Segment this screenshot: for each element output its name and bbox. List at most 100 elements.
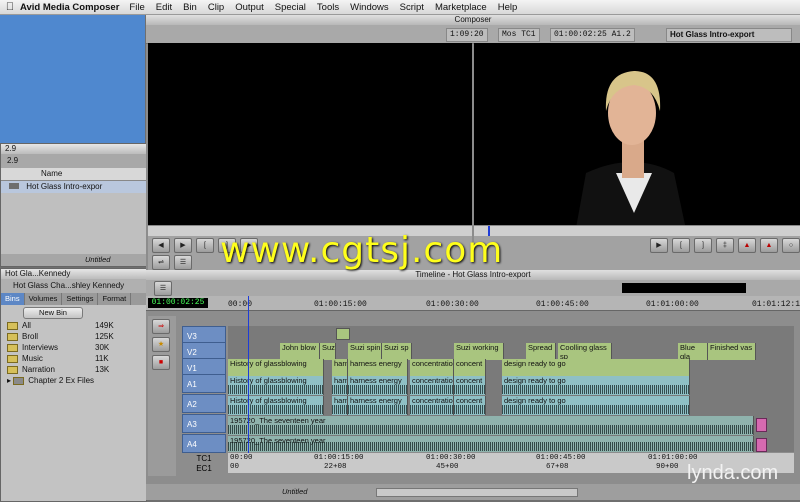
mark-in-button[interactable]: [ <box>196 237 214 253</box>
timeline-scrollbar[interactable] <box>376 488 578 497</box>
v2-clip[interactable]: Suzi working <box>454 343 504 360</box>
mas-label[interactable]: Mos TC1 <box>498 28 540 42</box>
v1-clip[interactable]: History of glassblowing <box>228 359 324 376</box>
v2-clip[interactable]: Finished vas <box>708 343 756 360</box>
menu-tools[interactable]: Tools <box>317 2 339 13</box>
lift-button[interactable]: ○ <box>782 237 800 253</box>
audio-keyframe-marker[interactable] <box>756 438 767 452</box>
timeline-view-menu[interactable]: Untitled <box>282 487 307 496</box>
menu-button[interactable]: ☰ <box>174 254 192 270</box>
track-header-a3[interactable]: A3 <box>182 414 226 433</box>
menu-bin[interactable]: Bin <box>183 2 197 13</box>
a2-clip[interactable]: harn <box>332 396 348 415</box>
v1-clip[interactable]: concent <box>454 359 486 376</box>
tab-format[interactable]: Format <box>98 293 132 305</box>
v1-clip[interactable]: design ready to go <box>502 359 690 376</box>
bin-row[interactable]: All 149K <box>1 320 146 331</box>
toggle-source-record-button[interactable]: ⇌ <box>152 254 170 270</box>
record-timecode[interactable]: 01:00:02:25 A1.2 <box>550 28 635 42</box>
v2-clip[interactable]: Suzi sp <box>382 343 412 360</box>
menu-help[interactable]: Help <box>498 2 518 13</box>
timeline-position-indicator[interactable] <box>248 296 249 466</box>
v1-clip[interactable]: harness energy <box>348 359 408 376</box>
new-bin-button[interactable]: New Bin <box>23 307 83 319</box>
menu-script[interactable]: Script <box>400 2 424 13</box>
tab-volumes[interactable]: Volumes <box>25 293 63 305</box>
a1-clip[interactable]: History of glassblowing <box>228 376 324 395</box>
tab-settings[interactable]: Settings <box>62 293 99 305</box>
column-name[interactable]: Name <box>41 169 62 178</box>
a1-clip[interactable]: harn <box>332 376 348 395</box>
mark-out-button[interactable]: ] <box>694 237 712 253</box>
segment-mode-red-icon[interactable]: ⇒ <box>152 319 170 334</box>
a3-music-clip[interactable]: 195720_The seventeen year <box>228 416 754 435</box>
a2-clip[interactable]: concent <box>454 396 486 415</box>
a2-clip[interactable]: concentratio <box>410 396 454 415</box>
bin-title[interactable]: 2.9 <box>1 144 146 154</box>
v1-clip[interactable]: concentratio <box>410 359 454 376</box>
track-header-tc1[interactable]: TC1 <box>182 454 226 463</box>
bin-item[interactable]: Hot Glass Intro-expor <box>1 181 146 193</box>
track-header-a4[interactable]: A4 <box>182 434 226 453</box>
source-monitor[interactable] <box>148 43 472 239</box>
v3-clip[interactable] <box>336 328 350 340</box>
menu-file[interactable]: File <box>129 2 144 13</box>
sequence-menu[interactable]: Hot Glass Intro-export <box>666 28 792 42</box>
a1-clip[interactable]: design ready to go <box>502 376 690 395</box>
bin-row[interactable]: Interviews 30K <box>1 342 146 353</box>
lift-overwrite-icon[interactable]: ■ <box>152 355 170 370</box>
overwrite-button[interactable]: ▲ <box>760 237 778 253</box>
tab-bins[interactable]: Bins <box>1 293 25 305</box>
v2-clip[interactable]: Coolling glass sp <box>558 343 612 360</box>
step-back-button[interactable]: ◀ <box>152 237 170 253</box>
clear-marks-button[interactable]: ‡ <box>716 237 734 253</box>
source-timecode[interactable]: 1:09:20 <box>446 28 488 42</box>
a1-clip[interactable]: concentratio <box>410 376 454 395</box>
v2-clip[interactable]: Spread <box>526 343 556 360</box>
composer-title[interactable]: Composer <box>146 15 800 25</box>
play-button[interactable]: ▶ <box>650 237 668 253</box>
mark-in-button[interactable]: [ <box>672 237 690 253</box>
timeline-title[interactable]: Timeline - Hot Glass Intro-export <box>146 270 800 280</box>
bin-view-menu[interactable]: Untitled <box>85 254 110 266</box>
v2-clip[interactable]: Suzi spin <box>348 343 382 360</box>
bin-row[interactable]: Music 11K <box>1 353 146 364</box>
bin-row[interactable]: Narration 13K <box>1 364 146 375</box>
timeline-track-area[interactable]: John blow Suz Suzi spin Suzi sp Suzi wor… <box>228 296 794 466</box>
v2-clip[interactable]: Blue gla <box>678 343 708 360</box>
a1-clip[interactable]: concent <box>454 376 486 395</box>
menu-windows[interactable]: Windows <box>350 2 389 13</box>
app-menu[interactable]: Avid Media Composer <box>20 2 119 13</box>
track-header-ec1[interactable]: EC1 <box>182 464 226 473</box>
timeline-menu-button[interactable]: ☰ <box>154 281 172 296</box>
a2-clip[interactable]: History of glassblowing <box>228 396 324 415</box>
step-forward-button[interactable]: ▶ <box>174 237 192 253</box>
track-header-a1[interactable]: A1 <box>182 374 226 393</box>
timeline-timecode[interactable]: 01:00:02:25 <box>148 298 208 308</box>
a4-music-clip[interactable]: 195720_The seventeen year <box>228 436 754 452</box>
audio-keyframe-marker[interactable] <box>756 418 767 432</box>
a1-clip[interactable]: harness energy <box>348 376 408 395</box>
apple-icon[interactable]:  <box>0 1 20 13</box>
v2-clip[interactable]: John blow <box>280 343 320 360</box>
menu-marketplace[interactable]: Marketplace <box>435 2 487 13</box>
project-title[interactable]: Hot Gla...Kennedy <box>1 269 146 279</box>
menu-edit[interactable]: Edit <box>156 2 172 13</box>
menu-special[interactable]: Special <box>275 2 306 13</box>
bin-tab[interactable]: 2.9 <box>1 154 146 168</box>
record-position-bar[interactable] <box>474 225 800 236</box>
track-header-a2[interactable]: A2 <box>182 394 226 413</box>
v2-clip[interactable]: Suz <box>320 343 336 360</box>
segment-mode-yellow-icon[interactable]: ★ <box>152 337 170 352</box>
v1-clip[interactable]: harn <box>332 359 348 376</box>
project-window: Hot Gla...Kennedy Hot Glass Cha...shley … <box>0 268 147 502</box>
folder-row[interactable]: ▸ Chapter 2 Ex Files <box>1 375 146 386</box>
bin-row[interactable]: Broll 125K <box>1 331 146 342</box>
a2-clip[interactable]: harness energy <box>348 396 408 415</box>
menu-clip[interactable]: Clip <box>208 2 224 13</box>
record-monitor[interactable] <box>474 43 800 239</box>
menu-output[interactable]: Output <box>235 2 264 13</box>
a2-clip[interactable]: design ready to go <box>502 396 690 415</box>
splice-in-button[interactable]: ▲ <box>738 237 756 253</box>
timeline-ruler[interactable]: 01:00:02:25 00:00 01:00:15:00 01:00:30:0… <box>146 296 800 311</box>
